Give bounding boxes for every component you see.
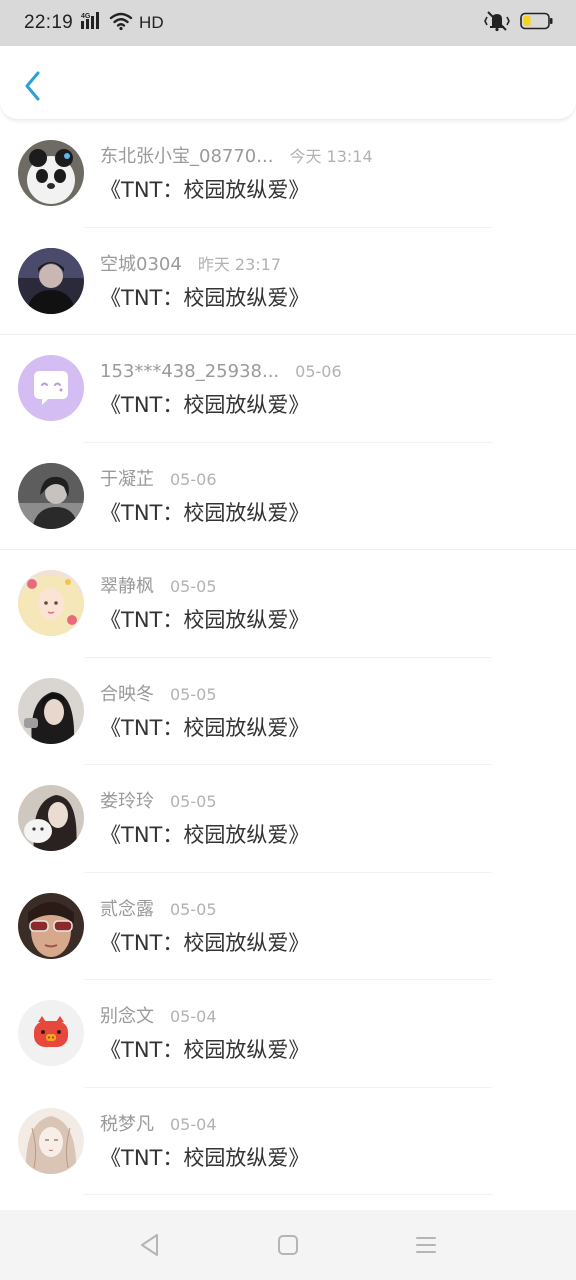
avatar[interactable] [18,1000,84,1066]
status-left-icons: 4G HD [81,11,164,36]
list-item[interactable]: 贰念露 05-05 《TNT：校园放纵爱》 [0,873,576,980]
back-triangle-icon [141,1234,158,1256]
list-item[interactable]: 别念文 05-04 《TNT：校园放纵爱》 [0,980,576,1088]
home-square-icon [278,1235,298,1255]
nav-back-button[interactable] [136,1231,164,1259]
user-name: 于凝芷 [100,468,154,490]
user-name: 贰念露 [100,898,154,920]
status-time: 22:19 [24,12,74,33]
book-title: 《TNT：校园放纵爱》 [100,930,310,955]
anime-girl-avatar [18,570,84,636]
avatar[interactable] [18,1107,84,1174]
wifi-icon [109,11,133,36]
divider [84,1194,492,1195]
chevron-left-icon [25,71,40,101]
item-meta: 贰念露 05-05 [100,899,217,921]
girl-photo-avatar [18,677,84,744]
list-item[interactable]: 空城0304 昨天 23:17 《TNT：校园放纵爱》 [0,228,576,335]
timestamp: 05-04 [170,1007,217,1026]
item-meta: 153***438_25938... 05-06 [100,361,342,383]
item-meta: 于凝芷 05-06 [100,469,217,491]
list-item[interactable]: 153***438_25938... 05-06 《TNT：校园放纵爱》 [0,335,576,443]
person-dark-avatar [18,247,84,314]
book-title: 《TNT：校园放纵爱》 [100,608,310,632]
user-name: 翠静枫 [100,576,154,597]
avatar[interactable] [18,355,84,421]
item-meta: 翠静枫 05-05 [100,576,217,598]
battery-icon [520,12,554,35]
nav-menu-button[interactable] [412,1231,440,1259]
book-title: 《TNT：校园放纵爱》 [100,715,310,740]
avatar[interactable] [18,677,84,744]
avatar[interactable] [18,785,84,851]
book-title: 《TNT：校园放纵爱》 [100,178,310,202]
user-name: 合映冬 [100,683,154,705]
menu-lines-icon [416,1237,436,1253]
item-meta: 合映冬 05-05 [100,684,217,706]
timestamp: 05-05 [170,577,217,596]
book-title: 《TNT：校园放纵爱》 [100,1038,310,1062]
timestamp: 昨天 23:17 [197,254,282,274]
book-title: 《TNT：校园放纵爱》 [100,823,310,847]
timestamp: 05-05 [170,792,217,811]
timestamp: 05-04 [170,1114,217,1134]
comment-list: 东北张小宝_08770... 今天 13:14 《TNT：校园放纵爱》 空城03… [0,120,576,1195]
book-title: 《TNT：校园放纵爱》 [100,285,310,310]
list-item[interactable]: 税梦凡 05-04 《TNT：校园放纵爱》 [0,1088,576,1195]
user-name: 娄玲玲 [100,791,154,812]
user-name: 税梦凡 [100,1113,154,1135]
back-button[interactable] [14,66,50,106]
timestamp: 05-05 [170,899,217,919]
user-name: 153***438_25938... [100,361,280,382]
list-item[interactable]: 翠静枫 05-05 《TNT：校园放纵爱》 [0,550,576,658]
user-name: 别念文 [100,1006,154,1027]
list-item[interactable]: 合映冬 05-05 《TNT：校园放纵爱》 [0,658,576,765]
network-type-label: 4G [81,13,91,20]
person-gray-avatar [18,462,84,529]
vibrate-mute-icon [484,10,510,37]
user-name: 空城0304 [100,253,182,275]
header [0,46,576,120]
item-meta: 东北张小宝_08770... 今天 13:14 [100,146,373,168]
avatar[interactable] [18,570,84,636]
avatar[interactable] [18,892,84,959]
book-title: 《TNT：校园放纵爱》 [100,1145,310,1170]
list-item[interactable]: 东北张小宝_08770... 今天 13:14 《TNT：校园放纵爱》 [0,120,576,228]
book-title: 《TNT：校园放纵爱》 [100,393,310,417]
user-name: 东北张小宝_08770... [100,146,274,167]
item-meta: 别念文 05-04 [100,1006,217,1028]
sketch-girl-avatar [18,1107,84,1174]
timestamp: 05-06 [170,469,217,489]
book-title: 《TNT：校园放纵爱》 [100,500,310,525]
item-meta: 娄玲玲 05-05 [100,791,217,813]
default-chat-avatar [18,355,84,421]
status-bar: 22:19 4G HD [0,0,576,46]
list-item[interactable]: 娄玲玲 05-05 《TNT：校园放纵爱》 [0,765,576,873]
sunglasses-avatar [18,892,84,959]
hd-label: HD [139,13,164,32]
status-right-icons [484,10,554,37]
item-meta: 税梦凡 05-04 [100,1114,217,1136]
girl-plush-avatar [18,785,84,851]
timestamp: 今天 13:14 [289,147,373,166]
nav-home-button[interactable] [274,1231,302,1259]
avatar[interactable] [18,140,84,206]
signal-icon: 4G [81,11,105,36]
avatar[interactable] [18,247,84,314]
timestamp: 05-05 [170,684,217,704]
item-meta: 空城0304 昨天 23:17 [100,254,281,276]
list-item[interactable]: 于凝芷 05-06 《TNT：校园放纵爱》 [0,443,576,550]
timestamp: 05-06 [295,362,342,381]
avatar[interactable] [18,462,84,529]
red-pig-avatar [18,1000,84,1066]
plush-bear-avatar [18,140,84,206]
system-nav-bar [0,1210,576,1280]
